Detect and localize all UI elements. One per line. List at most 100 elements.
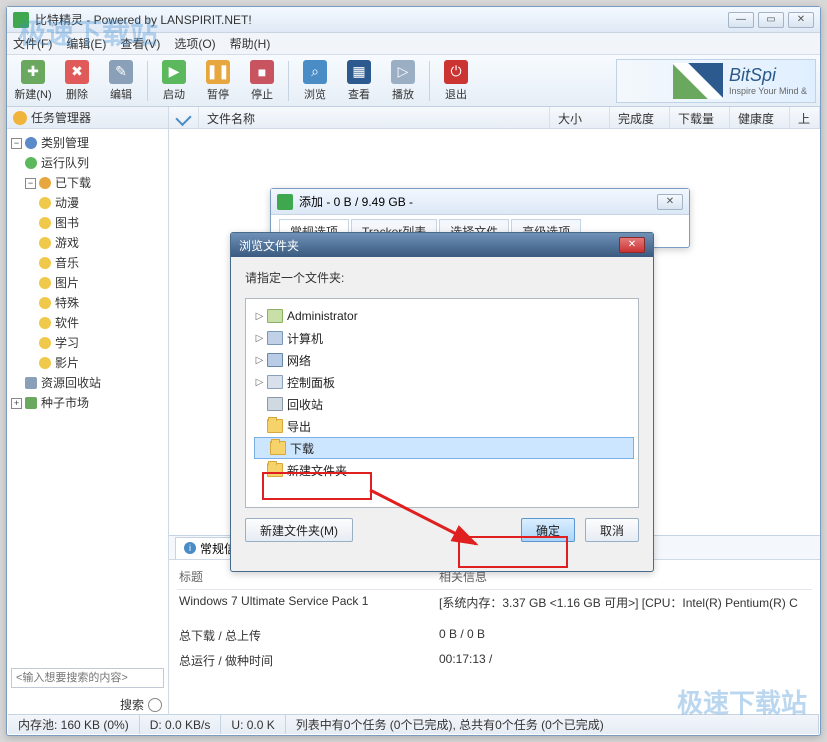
col-size[interactable]: 大小	[550, 107, 610, 128]
sidebar-leaf[interactable]: 图书	[55, 213, 79, 233]
folder-item[interactable]: 回收站	[254, 393, 634, 415]
browse-dialog-title: 浏览文件夹	[239, 237, 299, 254]
tb-delete[interactable]: ✖删除	[55, 57, 99, 105]
expander-icon[interactable]: −	[25, 178, 36, 189]
col-health[interactable]: 健康度	[730, 107, 790, 128]
list-header: 文件名称 大小 完成度 下载量 健康度 上	[169, 107, 820, 129]
menu-help[interactable]: 帮助(H)	[230, 35, 271, 52]
sidebar-leaf[interactable]: 软件	[55, 313, 79, 333]
folder-item[interactable]: ▷Administrator	[254, 305, 634, 327]
delete-icon: ✖	[65, 60, 89, 84]
info-row-totaldl-val: 0 B / 0 B	[437, 623, 812, 648]
minimize-button[interactable]: —	[728, 12, 754, 28]
sidebar-leaf[interactable]: 特殊	[55, 293, 79, 313]
col-upload[interactable]: 上	[790, 107, 820, 128]
folder-item[interactable]: ▷ 网络	[254, 349, 634, 371]
node-category[interactable]: 类别管理	[41, 133, 89, 153]
folder-item[interactable]: ▷控制面板	[254, 371, 634, 393]
info-icon: i	[184, 542, 196, 554]
sidebar: 任务管理器 − 类别管理 运行队列 − 已下载	[7, 107, 169, 715]
leaf-icon	[39, 257, 51, 269]
sidebar-header: 任务管理器	[7, 107, 168, 129]
tb-stop[interactable]: ■停止	[240, 57, 284, 105]
status-up: U: 0.0 K	[221, 715, 285, 734]
col-filename[interactable]: 文件名称	[199, 107, 550, 128]
sidebar-leaf[interactable]: 动漫	[55, 193, 79, 213]
user-icon	[267, 309, 283, 323]
logo-graphic	[673, 63, 723, 99]
menu-file[interactable]: 文件(F)	[13, 35, 52, 52]
logo-text: BitSpi	[729, 65, 807, 86]
folder-item[interactable]: 下载	[254, 437, 634, 459]
tb-exit[interactable]: ⏻退出	[434, 57, 478, 105]
menu-options[interactable]: 选项(O)	[174, 35, 215, 52]
trash-icon	[25, 377, 37, 389]
search-input[interactable]	[11, 668, 164, 688]
sidebar-leaf[interactable]: 学习	[55, 333, 79, 353]
tb-start[interactable]: ▶启动	[152, 57, 196, 105]
ok-button[interactable]: 确定	[521, 518, 575, 542]
expander-icon[interactable]: +	[11, 398, 22, 409]
folder-item[interactable]: 新建文件夹	[254, 459, 634, 481]
tb-browse[interactable]: ⌕浏览	[293, 57, 337, 105]
folder-tree[interactable]: ▷Administrator▷计算机▷网络▷控制面板回收站导出下载新建文件夹	[245, 298, 639, 508]
tb-new[interactable]: ✚新建(N)	[11, 57, 55, 105]
expander-icon[interactable]: −	[11, 138, 22, 149]
leaf-icon	[39, 277, 51, 289]
browse-close-button[interactable]: ✕	[619, 237, 645, 253]
tb-view[interactable]: ▦查看	[337, 57, 381, 105]
leaf-icon	[39, 217, 51, 229]
maximize-button[interactable]: ▭	[758, 12, 784, 28]
add-dialog-close[interactable]: ✕	[657, 194, 683, 210]
sidebar-leaf[interactable]: 影片	[55, 353, 79, 373]
stop-icon: ■	[250, 60, 274, 84]
cancel-button[interactable]: 取消	[585, 518, 639, 542]
tb-edit[interactable]: ✎编辑	[99, 57, 143, 105]
leaf-icon	[39, 237, 51, 249]
browse-message: 请指定一个文件夹:	[245, 269, 639, 286]
node-downloaded[interactable]: 已下载	[55, 173, 91, 193]
expander-icon[interactable]: ▷	[254, 311, 265, 322]
leaf-icon	[39, 357, 51, 369]
expander-icon[interactable]: ▷	[254, 355, 265, 366]
sidebar-leaf[interactable]: 音乐	[55, 253, 79, 273]
logo-area: BitSpi Inspire Your Mind &	[616, 59, 816, 103]
folder-label: 下载	[290, 440, 314, 457]
search-icon[interactable]	[148, 698, 162, 712]
menu-edit[interactable]: 编辑(E)	[66, 35, 106, 52]
seed-icon	[25, 397, 37, 409]
folder-icon	[267, 419, 283, 433]
leaf-icon	[39, 317, 51, 329]
tb-play[interactable]: ▷播放	[381, 57, 425, 105]
node-seed-market[interactable]: 种子市场	[41, 393, 89, 413]
folder-label: 导出	[287, 418, 311, 435]
sidebar-leaf[interactable]: 游戏	[55, 233, 79, 253]
folder-label: 网络	[287, 352, 311, 369]
browse-icon: ⌕	[303, 60, 327, 84]
tb-pause[interactable]: ❚❚暂停	[196, 57, 240, 105]
new-folder-button[interactable]: 新建文件夹(M)	[245, 518, 353, 542]
col-download[interactable]: 下载量	[670, 107, 730, 128]
node-run-queue[interactable]: 运行队列	[41, 153, 89, 173]
exit-icon: ⏻	[444, 60, 468, 84]
folder-label: 新建文件夹	[287, 462, 347, 479]
node-recycle[interactable]: 资源回收站	[41, 373, 101, 393]
recycle-icon	[267, 397, 283, 411]
category-icon	[25, 137, 37, 149]
search-label: 搜索	[120, 696, 144, 713]
folder-icon	[270, 441, 286, 455]
window-title: 比特精灵 - Powered by LANSPIRIT.NET!	[35, 11, 728, 28]
folder-item[interactable]: ▷计算机	[254, 327, 634, 349]
close-button[interactable]: ✕	[788, 12, 814, 28]
sidebar-leaf[interactable]: 图片	[55, 273, 79, 293]
browse-folder-dialog: 浏览文件夹 ✕ 请指定一个文件夹: ▷Administrator▷计算机▷网络▷…	[230, 232, 654, 572]
folder-item[interactable]: 导出	[254, 415, 634, 437]
view-icon: ▦	[347, 60, 371, 84]
leaf-icon	[39, 197, 51, 209]
run-icon	[25, 157, 37, 169]
expander-icon[interactable]: ▷	[254, 377, 265, 388]
menu-view[interactable]: 查看(V)	[120, 35, 160, 52]
logo-tagline: Inspire Your Mind &	[729, 86, 807, 96]
col-completion[interactable]: 完成度	[610, 107, 670, 128]
expander-icon[interactable]: ▷	[254, 333, 265, 344]
